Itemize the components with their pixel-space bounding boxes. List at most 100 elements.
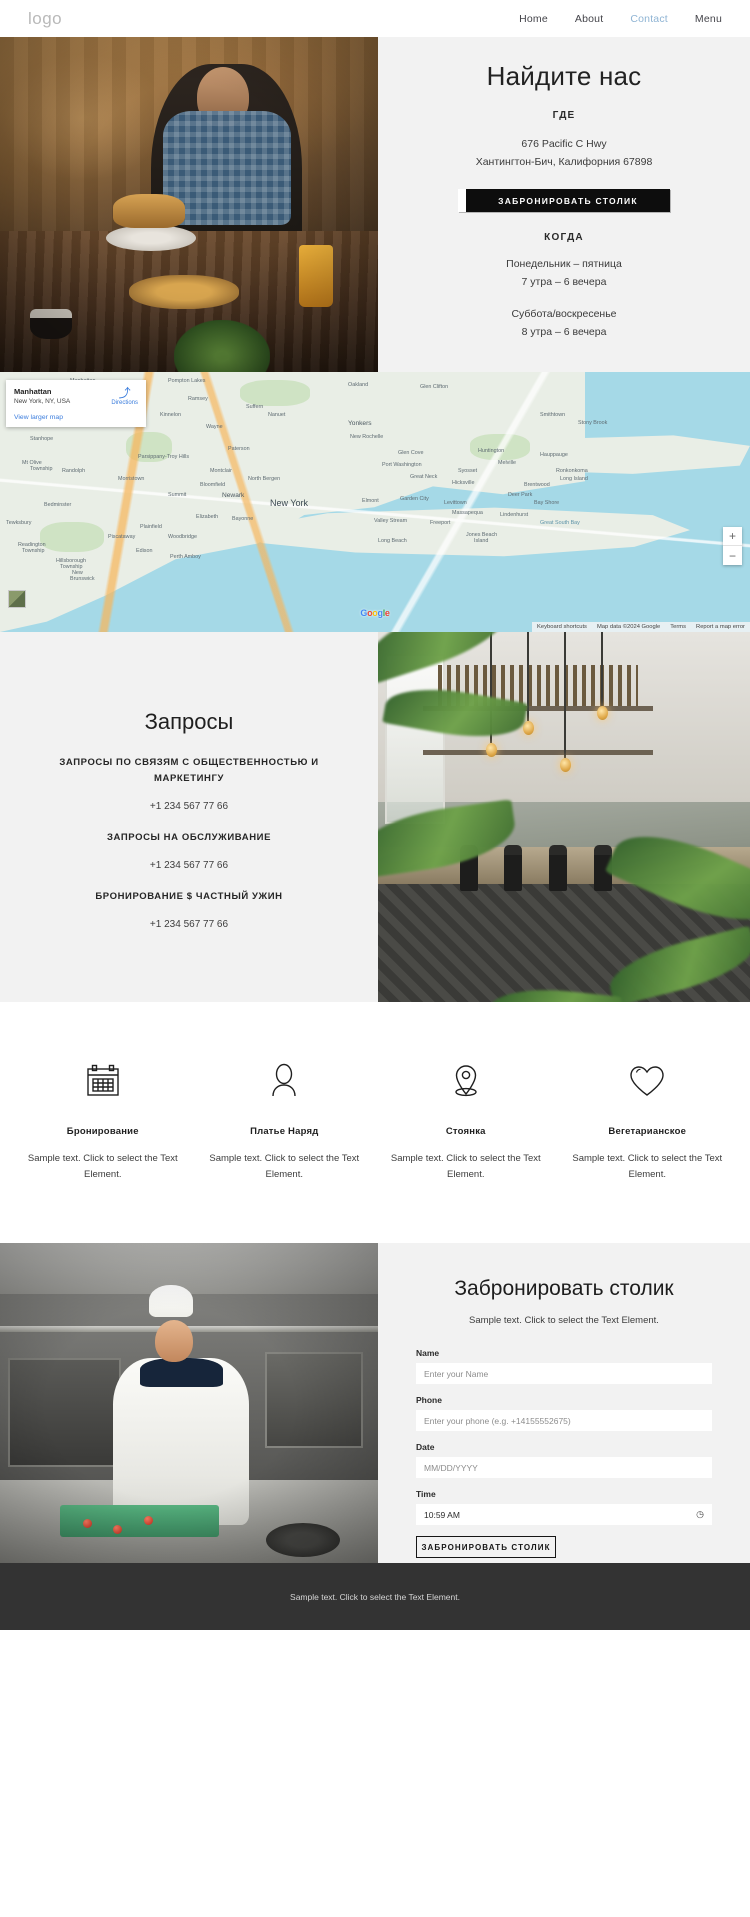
map-place-label: Great South Bay xyxy=(540,520,580,526)
inquiry-label-service: ЗАПРОСЫ НА ОБСЛУЖИВАНИЕ xyxy=(106,832,272,843)
hours-weekday-time: 7 утра – 6 вечера xyxy=(521,276,607,288)
map-place-label: Huntington xyxy=(478,448,505,454)
name-input[interactable]: Enter your Name xyxy=(416,1363,712,1384)
map-place-label: Summit xyxy=(168,492,187,498)
map-place-label: Pompton Lakes xyxy=(168,378,206,384)
time-input[interactable]: 10:59 AM ◷ xyxy=(416,1504,712,1525)
map-place-label: Levittown xyxy=(444,500,467,506)
inquiry-phone-pr[interactable]: +1 234 567 77 66 xyxy=(150,801,228,812)
directions-icon: ⤴ xyxy=(118,386,131,400)
map-place-label: Hauppauge xyxy=(540,452,568,458)
map-place-label: Smithtown xyxy=(540,412,566,418)
street-view-pegman[interactable] xyxy=(8,590,26,608)
google-map-embed[interactable]: Township Pompton Lakes Oakland Glen Clifton… xyxy=(0,372,750,632)
map-place-label: Tewksbury xyxy=(6,520,32,526)
map-place-card: Manhattan New York, NY, USA ⤴ Directions… xyxy=(6,380,146,427)
zoom-in-button[interactable]: + xyxy=(723,527,742,546)
map-place-label: Stanhope xyxy=(30,436,54,442)
site-logo[interactable]: logo xyxy=(28,9,62,29)
map-place-label: Lindenhurst xyxy=(500,512,529,518)
site-header: logo Home About Contact Menu xyxy=(0,0,750,37)
booking-title: Забронировать столик xyxy=(454,1277,674,1300)
field-group-date: Date MM/DD/YYYY xyxy=(416,1442,712,1478)
hours-weekday: Понедельник – пятница 7 утра – 6 вечера xyxy=(506,255,622,291)
phone-input[interactable]: Enter your phone (e.g. +14155552675) xyxy=(416,1410,712,1431)
map-place-label: Wayne xyxy=(206,424,223,430)
map-place-label: Long Island xyxy=(560,476,588,482)
field-group-phone: Phone Enter your phone (e.g. +1415555267… xyxy=(416,1395,712,1431)
time-label: Time xyxy=(416,1489,436,1499)
calendar-icon xyxy=(84,1058,122,1104)
booking-form: Name Enter your Name Phone Enter your ph… xyxy=(416,1348,712,1558)
page-title: Найдите нас xyxy=(486,61,642,91)
nav-item-home[interactable]: Home xyxy=(519,13,548,25)
map-place-label: Morristown xyxy=(118,476,145,482)
page-root: logo Home About Contact Menu Найдите нас… xyxy=(0,0,750,1630)
map-place-label: Edison xyxy=(136,548,153,554)
inquiry-phone-private[interactable]: +1 234 567 77 66 xyxy=(150,919,228,930)
inquiry-label-pr: ЗАПРОСЫ ПО СВЯЗЯМ С ОБЩЕСТВЕННОСТЬЮ И МА… xyxy=(59,757,319,784)
map-place-label: Paterson xyxy=(228,446,250,452)
google-logo: Google xyxy=(360,608,390,618)
feature-text: Sample text. Click to select the Text El… xyxy=(572,1153,723,1180)
bar-interior-photo xyxy=(378,632,750,1002)
map-place-label: Brunswick xyxy=(70,576,95,582)
view-larger-map-link[interactable]: View larger map xyxy=(14,414,138,421)
features-section: Бронирование Sample text. Click to selec… xyxy=(0,1002,750,1243)
map-place-label: Elmont xyxy=(362,498,379,504)
map-place-label: Ramsey xyxy=(188,396,208,402)
inquiry-phone-service[interactable]: +1 234 567 77 66 xyxy=(150,860,228,871)
where-label: ГДЕ xyxy=(552,110,576,121)
date-input[interactable]: MM/DD/YYYY xyxy=(416,1457,712,1478)
map-place-label: Valley Stream xyxy=(374,518,408,524)
booking-subtitle: Sample text. Click to select the Text El… xyxy=(469,1315,659,1326)
map-place-label: Montclair xyxy=(210,468,232,474)
feature-card-reservation: Бронирование Sample text. Click to selec… xyxy=(12,1058,194,1183)
time-value: 10:59 AM xyxy=(424,1509,460,1520)
map-place-label: Deer Park xyxy=(508,492,533,498)
book-table-button-hero[interactable]: ЗАБРОНИРОВАТЬ СТОЛИК xyxy=(458,189,670,212)
feature-text: Sample text. Click to select the Text El… xyxy=(209,1153,360,1180)
main-navigation: Home About Contact Menu xyxy=(519,13,722,25)
map-place-label: Port Washington xyxy=(382,462,422,468)
nav-item-about[interactable]: About xyxy=(575,13,603,25)
address-line-2: Хантингтон-Бич, Калифорния 67898 xyxy=(475,156,653,168)
date-label: Date xyxy=(416,1442,435,1452)
field-group-name: Name Enter your Name xyxy=(416,1348,712,1384)
feature-title: Платье Наряд xyxy=(250,1126,319,1137)
terms-link[interactable]: Terms xyxy=(665,622,691,632)
report-map-error-link[interactable]: Report a map error xyxy=(691,622,750,632)
feature-card-parking: Стоянка Sample text. Click to select the… xyxy=(375,1058,557,1183)
nav-item-menu[interactable]: Menu xyxy=(695,13,722,25)
hours-weekday-days: Понедельник – пятница xyxy=(506,258,622,270)
map-place-label: Kinnelon xyxy=(160,412,181,418)
map-place-title: Manhattan xyxy=(14,387,52,396)
map-place-label: Township xyxy=(22,548,45,554)
submit-booking-button[interactable]: ЗАБРОНИРОВАТЬ СТОЛИК xyxy=(416,1536,556,1558)
map-data-label: Map data ©2024 Google xyxy=(596,624,661,630)
feature-card-vegetarian: Вегетарианское Sample text. Click to sel… xyxy=(557,1058,739,1183)
nav-item-contact[interactable]: Contact xyxy=(630,13,668,25)
feature-card-dress-code: Платье Наряд Sample text. Click to selec… xyxy=(194,1058,376,1183)
map-place-label: North Bergen xyxy=(248,476,281,482)
zoom-out-button[interactable]: − xyxy=(723,546,742,565)
map-place-label: Freeport xyxy=(430,520,451,526)
field-group-time: Time 10:59 AM ◷ xyxy=(416,1489,712,1525)
clock-icon[interactable]: ◷ xyxy=(696,1509,704,1520)
keyboard-shortcuts-link[interactable]: Keyboard shortcuts xyxy=(532,622,592,632)
map-place-label: Stony Brook xyxy=(578,420,608,426)
map-directions-button[interactable]: ⤴ Directions xyxy=(111,387,138,406)
map-zoom-controls[interactable]: + − xyxy=(723,527,742,565)
feature-title: Вегетарианское xyxy=(608,1126,687,1137)
feature-text: Sample text. Click to select the Text El… xyxy=(390,1153,541,1180)
map-place-label: Massapequa xyxy=(452,510,483,516)
map-place-label: Nanuet xyxy=(268,412,286,418)
chef-kitchen-photo xyxy=(0,1243,378,1563)
map-attribution-bar: Keyboard shortcuts Map data ©2024 Google… xyxy=(532,622,750,632)
feature-title: Стоянка xyxy=(445,1126,486,1137)
map-place-label: Piscataway xyxy=(108,534,136,540)
map-place-label: Randolph xyxy=(62,468,86,474)
hero-info-panel: Найдите нас ГДЕ 676 Pacific C Hwy Хантин… xyxy=(378,37,750,372)
map-place-label: Perth Amboy xyxy=(170,554,201,560)
map-place-label: Long Beach xyxy=(378,538,407,544)
